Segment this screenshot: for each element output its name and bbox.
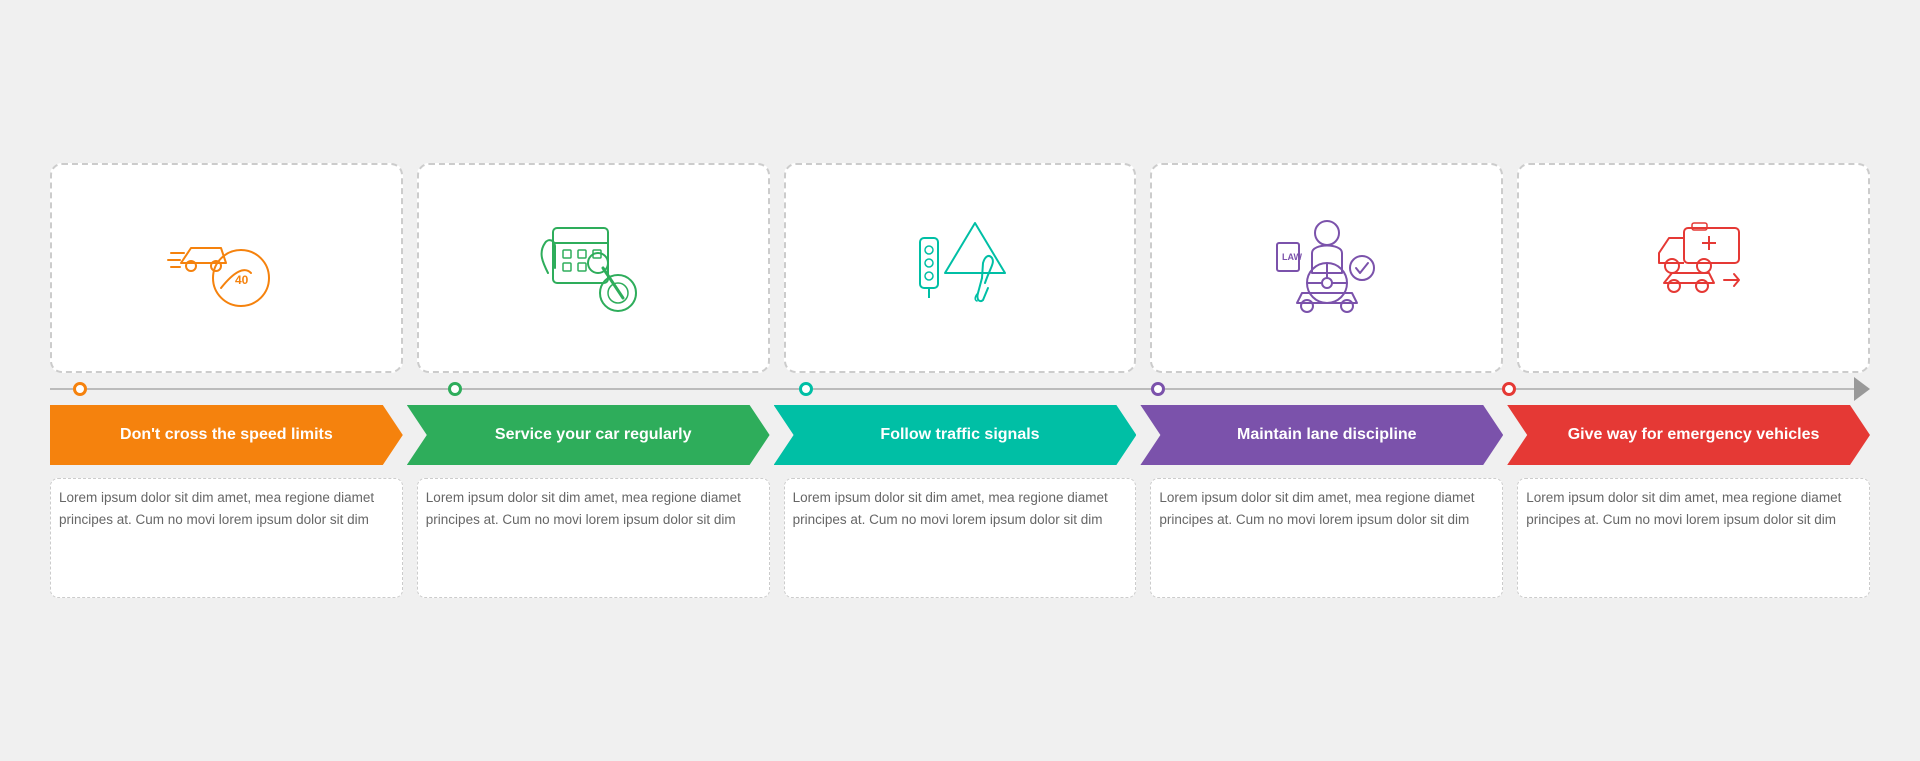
banner-4: Maintain lane discipline <box>1140 405 1503 465</box>
card-service <box>417 163 770 373</box>
banner-5-label: Give way for emergency vehicles <box>1568 425 1820 444</box>
icon-traffic <box>895 203 1025 333</box>
dot-3 <box>799 382 813 396</box>
spacer-1 <box>403 405 407 465</box>
card-emergency <box>1517 163 1870 373</box>
timeline-start <box>50 382 110 396</box>
arrows-row: Don't cross the speed limits Service you… <box>50 405 1870 465</box>
icon-speed: 40 <box>161 203 291 333</box>
svg-text:LAW: LAW <box>1282 252 1303 262</box>
spacer-4 <box>1503 405 1507 465</box>
line-end <box>1516 388 1854 390</box>
cards-row: 40 <box>50 163 1870 373</box>
desc-5: Lorem ipsum dolor sit dim amet, mea regi… <box>1517 478 1870 598</box>
line-1-2 <box>110 388 448 390</box>
banner-1-label: Don't cross the speed limits <box>120 425 333 444</box>
banner-3-label: Follow traffic signals <box>880 425 1039 444</box>
spacer-2 <box>770 405 774 465</box>
icon-emergency <box>1629 203 1759 333</box>
timeline-arrow <box>1854 377 1870 401</box>
timeline-connector <box>50 377 1870 401</box>
descriptions-row: Lorem ipsum dolor sit dim amet, mea regi… <box>50 478 1870 598</box>
line-4-5 <box>1165 388 1503 390</box>
line-3-4 <box>813 388 1151 390</box>
dot-4 <box>1151 382 1165 396</box>
infographic-container: 40 <box>50 163 1870 598</box>
dot-5 <box>1502 382 1516 396</box>
desc-3: Lorem ipsum dolor sit dim amet, mea regi… <box>784 478 1137 598</box>
card-traffic <box>784 163 1137 373</box>
line-2-3 <box>462 388 800 390</box>
desc-1: Lorem ipsum dolor sit dim amet, mea regi… <box>50 478 403 598</box>
icon-service <box>528 203 658 333</box>
svg-text:40: 40 <box>235 273 249 287</box>
desc-4: Lorem ipsum dolor sit dim amet, mea regi… <box>1150 478 1503 598</box>
dot-1 <box>73 382 87 396</box>
icon-lane: LAW <box>1262 203 1392 333</box>
card-speed: 40 <box>50 163 403 373</box>
desc-3-text: Lorem ipsum dolor sit dim amet, mea regi… <box>793 487 1128 530</box>
banner-1: Don't cross the speed limits <box>50 405 403 465</box>
spacer-3 <box>1136 405 1140 465</box>
desc-2: Lorem ipsum dolor sit dim amet, mea regi… <box>417 478 770 598</box>
card-lane: LAW <box>1150 163 1503 373</box>
desc-4-text: Lorem ipsum dolor sit dim amet, mea regi… <box>1159 487 1494 530</box>
banner-2: Service your car regularly <box>407 405 770 465</box>
banner-5: Give way for emergency vehicles <box>1507 405 1870 465</box>
desc-2-text: Lorem ipsum dolor sit dim amet, mea regi… <box>426 487 761 530</box>
banner-4-label: Maintain lane discipline <box>1237 425 1417 444</box>
dot-2 <box>448 382 462 396</box>
desc-1-text: Lorem ipsum dolor sit dim amet, mea regi… <box>59 487 394 530</box>
desc-5-text: Lorem ipsum dolor sit dim amet, mea regi… <box>1526 487 1861 530</box>
banner-2-label: Service your car regularly <box>495 425 692 444</box>
banner-3: Follow traffic signals <box>774 405 1137 465</box>
